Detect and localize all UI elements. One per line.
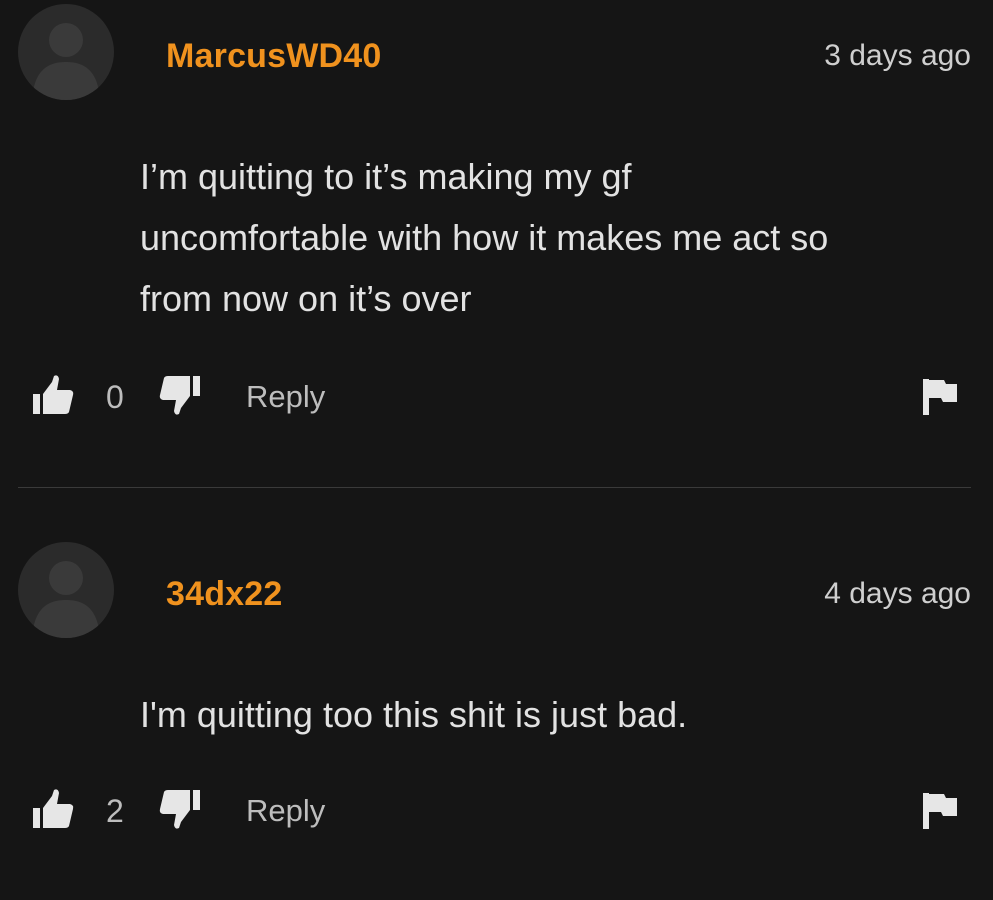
vote-count: 0 [106,379,124,415]
comment-actions: 0 Reply [0,372,993,422]
comment-text-line: I'm quitting too this shit is just bad. [140,694,688,735]
reply-button[interactable]: Reply [246,792,325,830]
comment-text-line: I’m quitting to it’s making my gf [140,156,632,197]
comment-text-line: from now on it’s over [140,278,472,319]
comment-item: 34dx22 4 days ago I'm quitting too this … [0,488,993,900]
vote-count: 2 [106,793,124,829]
reply-button[interactable]: Reply [246,378,325,416]
flag-icon[interactable] [922,792,958,830]
comment-item: MarcusWD40 3 days ago I’m quitting to it… [0,0,993,487]
avatar[interactable] [18,542,114,638]
comment-timestamp: 4 days ago [824,577,971,610]
user-silhouette-icon [32,23,100,100]
flag-icon[interactable] [922,378,958,416]
comment-username[interactable]: 34dx22 [166,574,283,614]
comment-timestamp: 3 days ago [824,39,971,72]
comment-actions: 2 Reply [0,786,993,836]
thumbs-up-icon[interactable] [32,788,76,830]
thumbs-down-icon[interactable] [157,374,201,416]
comment-text-line: uncomfortable with how it makes me act s… [140,217,829,258]
comment-username[interactable]: MarcusWD40 [166,36,382,76]
comment-body: I'm quitting too this shit is just bad. [140,684,970,745]
thumbs-down-icon[interactable] [157,788,201,830]
avatar[interactable] [18,4,114,100]
comment-body: I’m quitting to it’s making my gf uncomf… [140,146,970,329]
thumbs-up-icon[interactable] [32,374,76,416]
user-silhouette-icon [32,561,100,638]
